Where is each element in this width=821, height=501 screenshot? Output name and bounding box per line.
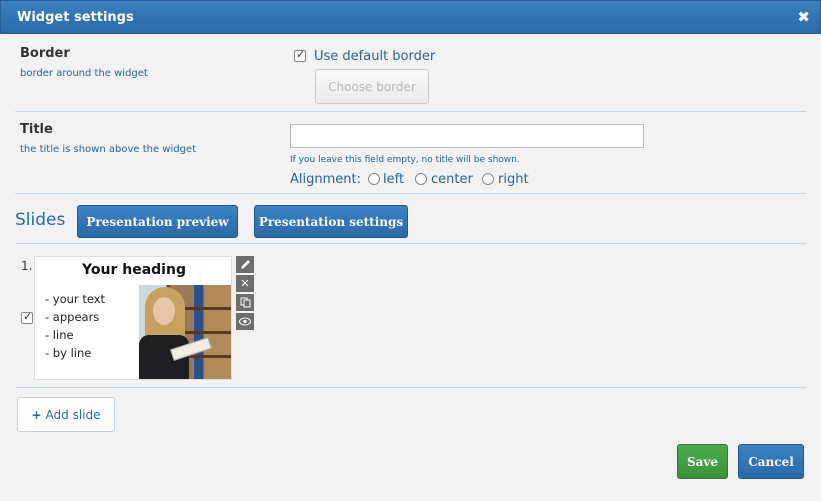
- eye-icon[interactable]: [236, 313, 254, 330]
- slide-number: 1.: [21, 259, 33, 273]
- slide-text-line: - line: [45, 328, 74, 342]
- add-slide-label: Add slide: [45, 407, 101, 422]
- title-section-title: Title: [20, 122, 53, 137]
- save-button[interactable]: Save: [677, 444, 728, 479]
- divider: [15, 387, 806, 388]
- alignment-right-label[interactable]: right: [498, 172, 529, 187]
- divider: [15, 111, 806, 112]
- title-section-subtitle: the title is shown above the widget: [20, 144, 197, 155]
- title-input[interactable]: [290, 124, 644, 148]
- alignment-center-radio[interactable]: [415, 173, 427, 185]
- add-slide-button[interactable]: + Add slide: [17, 397, 115, 432]
- copy-icon[interactable]: [236, 294, 254, 311]
- divider: [15, 193, 806, 194]
- plus-icon: +: [31, 407, 42, 422]
- alignment-label: Alignment:: [290, 172, 361, 187]
- divider: [15, 243, 806, 244]
- dialog-title: Widget settings: [17, 10, 134, 25]
- dialog-titlebar: Widget settings ✖: [0, 0, 821, 34]
- dialog-body: Border border around the widget Use defa…: [0, 34, 821, 501]
- slide-checkbox[interactable]: [21, 310, 33, 324]
- border-section-subtitle: border around the widget: [20, 68, 148, 79]
- slides-heading: Slides: [15, 210, 66, 230]
- cancel-button[interactable]: Cancel: [738, 444, 804, 479]
- title-hint: If you leave this field empty, no title …: [290, 155, 520, 165]
- slide-photo: [139, 285, 231, 379]
- slide-thumbnail[interactable]: Your heading - your text - appears - lin…: [34, 256, 232, 380]
- alignment-left-label[interactable]: left: [383, 172, 404, 187]
- choose-border-button[interactable]: Choose border: [315, 69, 429, 104]
- presentation-settings-button[interactable]: Presentation settings: [254, 205, 408, 238]
- slide-text-line: - your text: [45, 292, 106, 306]
- use-default-border-checkbox[interactable]: [294, 48, 306, 62]
- alignment-left-radio[interactable]: [368, 173, 380, 185]
- alignment-center-label[interactable]: center: [431, 172, 473, 187]
- slide-heading: Your heading: [82, 262, 186, 278]
- pencil-icon[interactable]: [236, 256, 254, 273]
- presentation-preview-button[interactable]: Presentation preview: [77, 205, 238, 238]
- border-section-title: Border: [20, 46, 70, 61]
- slide-text-line: - by line: [45, 346, 92, 360]
- slide-text-line: - appears: [45, 310, 100, 324]
- close-icon[interactable]: ✕: [236, 275, 254, 292]
- alignment-right-radio[interactable]: [482, 173, 494, 185]
- close-icon[interactable]: ✖: [797, 8, 810, 26]
- use-default-border-label[interactable]: Use default border: [314, 49, 435, 64]
